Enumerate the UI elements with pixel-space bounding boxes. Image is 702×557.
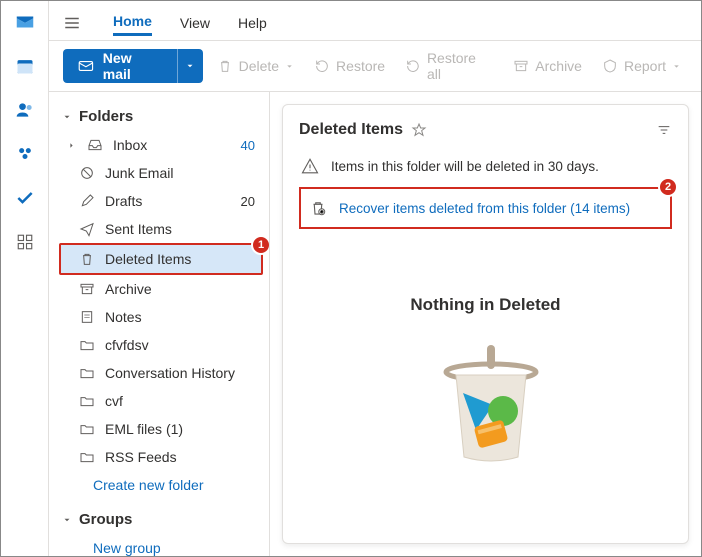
drafts-icon	[79, 193, 95, 209]
new-mail-dropdown[interactable]	[177, 49, 203, 83]
tab-help[interactable]: Help	[238, 11, 267, 35]
trash-icon	[79, 251, 95, 267]
archive-icon	[79, 281, 95, 297]
archive-label: Archive	[535, 58, 582, 74]
folder-label: Junk Email	[105, 165, 173, 181]
more-apps-icon[interactable]	[14, 231, 36, 253]
warning-icon	[301, 157, 319, 175]
folder-label: EML files (1)	[105, 421, 183, 437]
folders-group-header[interactable]: Folders	[59, 102, 263, 131]
empty-state: Nothing in Deleted	[299, 235, 672, 539]
folder-label: RSS Feeds	[105, 449, 177, 465]
groups-label: Groups	[79, 511, 132, 528]
tab-home[interactable]: Home	[113, 9, 152, 36]
groups-app-icon[interactable]	[14, 143, 36, 165]
notes-icon	[79, 309, 95, 325]
todo-app-icon[interactable]	[14, 187, 36, 209]
junk-icon	[79, 165, 95, 181]
restore-all-label: Restore all	[427, 50, 493, 82]
new-mail-button[interactable]: New mail	[63, 49, 203, 83]
chevron-right-icon	[65, 139, 77, 151]
new-group-link[interactable]: New group	[59, 534, 263, 556]
folder-cfvfdsv[interactable]: cfvfdsv	[59, 331, 263, 359]
delete-label: Delete	[239, 58, 279, 74]
people-app-icon[interactable]	[14, 99, 36, 121]
annotation-badge-1: 1	[251, 235, 269, 255]
restore-label: Restore	[336, 58, 385, 74]
notice-text: Items in this folder will be deleted in …	[331, 159, 599, 174]
app-rail	[1, 1, 49, 556]
folder-label: Sent Items	[105, 221, 172, 237]
restore-button[interactable]: Restore	[308, 58, 391, 74]
folder-label: cfvfdsv	[105, 337, 149, 353]
folder-label: cvf	[105, 393, 123, 409]
empty-title: Nothing in Deleted	[410, 295, 560, 315]
message-pane: Deleted Items Items in this folder will …	[269, 92, 701, 556]
folder-notes[interactable]: Notes	[59, 303, 263, 331]
chevron-down-icon	[61, 111, 73, 123]
chevron-down-icon	[61, 514, 73, 526]
folder-eml-files[interactable]: EML files (1)	[59, 415, 263, 443]
annotation-badge-2: 2	[658, 177, 678, 197]
folder-label: Notes	[105, 309, 142, 325]
folder-junk[interactable]: Junk Email	[59, 159, 263, 187]
folder-rss[interactable]: RSS Feeds	[59, 443, 263, 471]
folders-label: Folders	[79, 108, 133, 125]
retention-notice: Items in this folder will be deleted in …	[299, 153, 672, 187]
folder-label: Archive	[105, 281, 152, 297]
hamburger-icon[interactable]	[63, 14, 81, 32]
archive-button[interactable]: Archive	[507, 58, 588, 74]
recover-items-row[interactable]: Recover items deleted from this folder (…	[299, 187, 672, 229]
mail-app-icon[interactable]	[14, 11, 36, 33]
folder-label: Drafts	[105, 193, 142, 209]
tab-view[interactable]: View	[180, 11, 210, 35]
folder-drafts[interactable]: Drafts 20	[59, 187, 263, 215]
calendar-app-icon[interactable]	[14, 55, 36, 77]
toolbar: New mail Delete Restore Restore all Arch…	[49, 41, 701, 92]
folder-label: Conversation History	[105, 365, 235, 381]
folder-label: Deleted Items	[105, 251, 191, 267]
folder-icon	[79, 421, 95, 437]
report-button[interactable]: Report	[596, 58, 687, 74]
drafts-count: 20	[241, 194, 255, 209]
folder-icon	[79, 337, 95, 353]
groups-group-header[interactable]: Groups	[59, 505, 263, 534]
report-label: Report	[624, 58, 666, 74]
new-mail-label: New mail	[103, 50, 163, 82]
folder-icon	[79, 365, 95, 381]
recover-icon	[309, 199, 327, 217]
inbox-count: 40	[241, 138, 255, 153]
empty-bin-illustration	[431, 335, 541, 445]
recover-link[interactable]: Recover items deleted from this folder (…	[339, 201, 630, 216]
folder-archive[interactable]: Archive	[59, 275, 263, 303]
folder-nav: Folders Inbox 40 Junk Email Drafts 20 Sent…	[49, 92, 269, 556]
folder-deleted[interactable]: Deleted Items 1	[59, 243, 263, 275]
create-folder-link[interactable]: Create new folder	[59, 471, 263, 499]
inbox-icon	[87, 137, 103, 153]
folder-inbox[interactable]: Inbox 40	[59, 131, 263, 159]
folder-cvf[interactable]: cvf	[59, 387, 263, 415]
folder-sent[interactable]: Sent Items	[59, 215, 263, 243]
folder-label: Inbox	[113, 137, 147, 153]
folder-conversation-history[interactable]: Conversation History	[59, 359, 263, 387]
sent-icon	[79, 221, 95, 237]
filter-icon[interactable]	[656, 122, 672, 138]
favorite-star-icon[interactable]	[411, 122, 427, 138]
folder-icon	[79, 449, 95, 465]
pane-title: Deleted Items	[299, 121, 403, 139]
delete-button[interactable]: Delete	[211, 58, 300, 74]
folder-icon	[79, 393, 95, 409]
tab-bar: Home View Help	[49, 1, 701, 41]
restore-all-button[interactable]: Restore all	[399, 50, 499, 82]
